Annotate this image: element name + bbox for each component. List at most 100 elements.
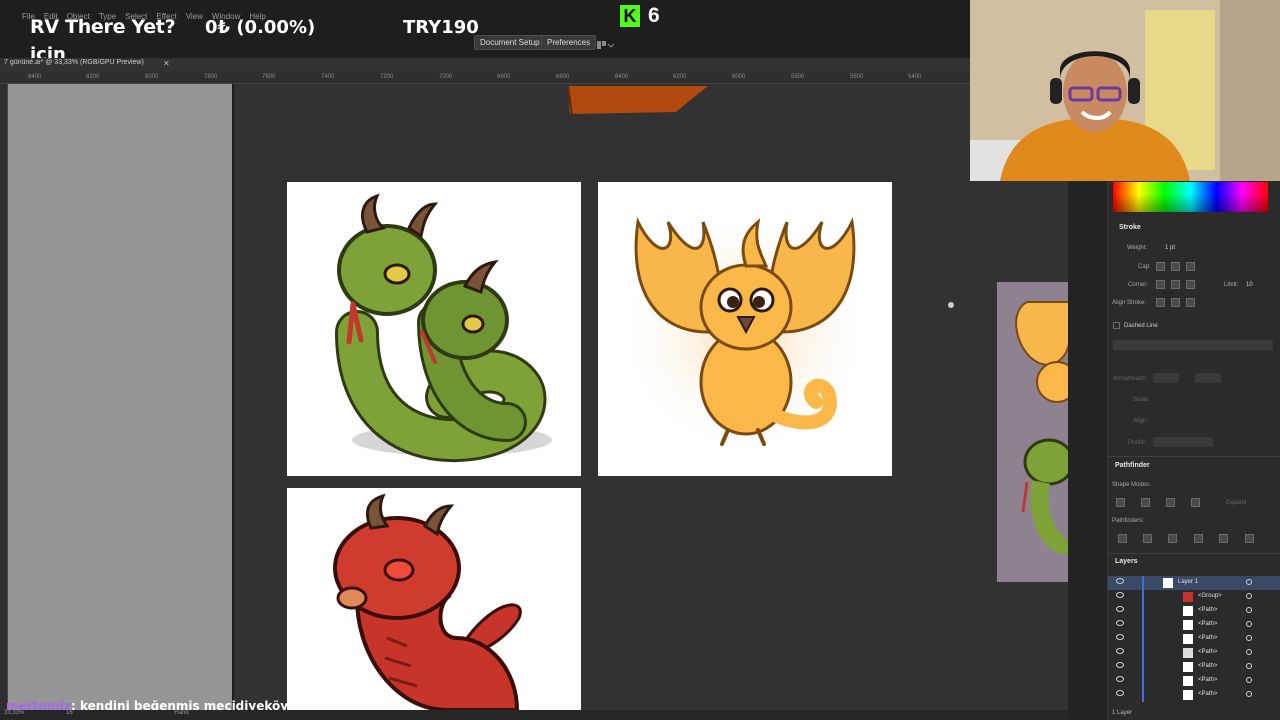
miter-join-icon[interactable]: [1156, 280, 1165, 289]
visibility-eye-icon[interactable]: [1116, 662, 1124, 668]
target-circle-icon[interactable]: [1246, 579, 1252, 585]
kick-logo-icon: K: [620, 5, 640, 27]
target-circle-icon[interactable]: [1246, 691, 1252, 697]
visibility-eye-icon[interactable]: [1116, 606, 1124, 612]
layer-color-bar: [1142, 660, 1144, 674]
preferences-button[interactable]: Preferences: [541, 35, 597, 50]
target-circle-icon[interactable]: [1246, 649, 1252, 655]
visibility-eye-icon[interactable]: [1116, 648, 1124, 654]
visibility-eye-icon[interactable]: [1116, 578, 1124, 584]
layer-row[interactable]: <Path>: [1108, 688, 1280, 702]
document-tab[interactable]: 7 gününé.ai* @ 33,33% (RGB/GPU Preview): [4, 59, 144, 66]
profile-select[interactable]: [1153, 437, 1213, 447]
merge-icon[interactable]: [1168, 534, 1177, 543]
layer-thumbnail: [1183, 676, 1193, 686]
divide-icon[interactable]: [1118, 534, 1127, 543]
stroke-weight-value[interactable]: 1 pt: [1165, 245, 1175, 251]
phoenix-illustration-card[interactable]: [598, 182, 892, 476]
layer-name[interactable]: <Path>: [1198, 621, 1217, 627]
orange-shape-artwork[interactable]: [568, 84, 708, 116]
layer-row[interactable]: <Group>: [1108, 590, 1280, 604]
document-setup-button[interactable]: Document Setup: [474, 35, 546, 50]
arrow-scale-label: Scale:: [1133, 397, 1150, 403]
layer-name[interactable]: <Path>: [1198, 649, 1217, 655]
ruler-tick: 5800: [791, 74, 805, 80]
expand-button[interactable]: Expand: [1226, 500, 1246, 506]
layer-thumbnail: [1183, 592, 1193, 602]
artboard-number[interactable]: 16: [66, 710, 73, 716]
artboard-canvas[interactable]: [8, 84, 1068, 710]
pathfinder-panel-title[interactable]: Pathfinder: [1115, 462, 1150, 469]
ruler-tick: 7600: [262, 74, 276, 80]
pathfinders-label: Pathfinders:: [1112, 518, 1145, 524]
layer-name[interactable]: Layer 1: [1178, 579, 1198, 585]
arrange-icon[interactable]: [596, 37, 615, 49]
shape-modes-label: Shape Modes:: [1112, 482, 1151, 488]
stroke-panel-title[interactable]: Stroke: [1119, 224, 1141, 231]
layer-name[interactable]: <Path>: [1198, 663, 1217, 669]
layer-row[interactable]: <Path>: [1108, 674, 1280, 688]
layer-thumbnail: [1183, 690, 1193, 700]
projecting-cap-icon[interactable]: [1186, 262, 1195, 271]
intersect-icon[interactable]: [1166, 498, 1175, 507]
target-circle-icon[interactable]: [1246, 635, 1252, 641]
target-circle-icon[interactable]: [1246, 663, 1252, 669]
layers-panel-title[interactable]: Layers: [1115, 558, 1138, 565]
unite-icon[interactable]: [1116, 498, 1125, 507]
layer-row[interactable]: <Path>: [1108, 660, 1280, 674]
layer-name[interactable]: <Path>: [1198, 691, 1217, 697]
layer-row[interactable]: <Path>: [1108, 618, 1280, 632]
stroke-limit-value[interactable]: 10: [1246, 282, 1253, 288]
layer-name[interactable]: <Path>: [1198, 635, 1217, 641]
color-spectrum-picker[interactable]: [1113, 182, 1268, 212]
target-circle-icon[interactable]: [1246, 607, 1252, 613]
arrowhead-start-select[interactable]: [1153, 373, 1179, 383]
snake-illustration-card[interactable]: [287, 182, 581, 476]
artwork-preview-strip[interactable]: [997, 282, 1068, 582]
preview-thumbnails: [1015, 301, 1068, 555]
layer-row[interactable]: <Path>: [1108, 646, 1280, 660]
menu-view[interactable]: View: [186, 12, 203, 26]
layer-color-bar: [1142, 646, 1144, 660]
target-circle-icon[interactable]: [1246, 677, 1252, 683]
visibility-eye-icon[interactable]: [1116, 634, 1124, 640]
layer-row[interactable]: <Path>: [1108, 632, 1280, 646]
ruler-tick: 6200: [673, 74, 687, 80]
bevel-join-icon[interactable]: [1186, 280, 1195, 289]
visibility-eye-icon[interactable]: [1116, 690, 1124, 696]
visibility-eye-icon[interactable]: [1116, 592, 1124, 598]
zoom-level[interactable]: 33,33%: [4, 710, 24, 716]
layer-name[interactable]: <Path>: [1198, 677, 1217, 683]
layer-row[interactable]: Layer 1: [1108, 576, 1280, 590]
align-stroke-label: Align Stroke:: [1112, 300, 1147, 306]
layer-row[interactable]: <Path>: [1108, 604, 1280, 618]
trim-icon[interactable]: [1143, 534, 1152, 543]
minus-front-icon[interactable]: [1141, 498, 1150, 507]
visibility-eye-icon[interactable]: [1116, 676, 1124, 682]
target-circle-icon[interactable]: [1246, 621, 1252, 627]
panel-dock-strip: [1068, 181, 1108, 720]
layer-thumbnail: [1183, 606, 1193, 616]
round-cap-icon[interactable]: [1171, 262, 1180, 271]
webcam-feed: [970, 0, 1280, 181]
crop-icon[interactable]: [1194, 534, 1203, 543]
arrowhead-end-select[interactable]: [1195, 373, 1221, 383]
outline-icon[interactable]: [1219, 534, 1228, 543]
layer-name[interactable]: <Path>: [1198, 607, 1217, 613]
grey-artboard[interactable]: [8, 84, 234, 710]
visibility-eye-icon[interactable]: [1116, 620, 1124, 626]
target-circle-icon[interactable]: [1246, 593, 1252, 599]
dashed-line-checkbox[interactable]: [1113, 322, 1120, 329]
close-tab-icon[interactable]: ✕: [163, 59, 170, 68]
butt-cap-icon[interactable]: [1156, 262, 1165, 271]
layer-name[interactable]: <Group>: [1198, 593, 1222, 599]
dragon-illustration-card[interactable]: [287, 488, 581, 710]
exclude-icon[interactable]: [1191, 498, 1200, 507]
dashed-line-label: Dashed Line: [1124, 323, 1158, 329]
align-outside-icon[interactable]: [1186, 298, 1195, 307]
vertical-ruler: [0, 84, 8, 710]
minus-back-icon[interactable]: [1245, 534, 1254, 543]
align-inside-icon[interactable]: [1171, 298, 1180, 307]
round-join-icon[interactable]: [1171, 280, 1180, 289]
align-center-icon[interactable]: [1156, 298, 1165, 307]
